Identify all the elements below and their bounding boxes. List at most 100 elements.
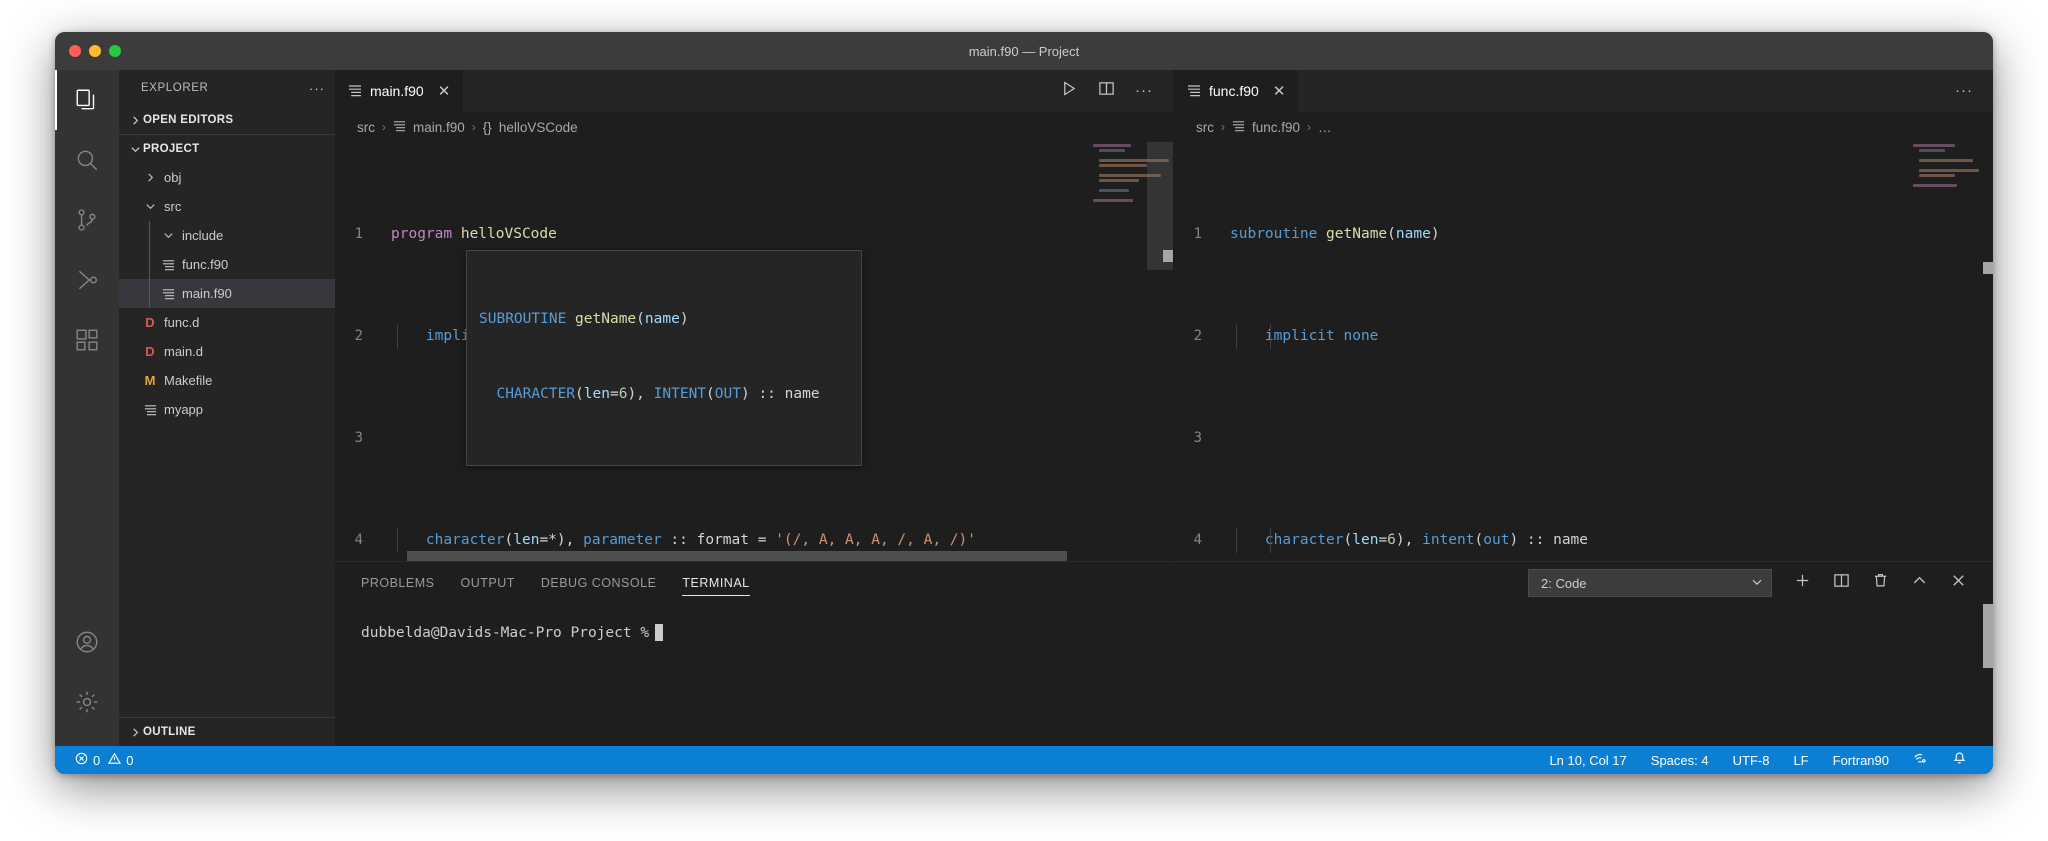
sidebar-outline-section: OUTLINE bbox=[119, 717, 335, 746]
file-lines-icon bbox=[141, 403, 159, 416]
tab-func-f90[interactable]: func.f90 ✕ bbox=[1174, 70, 1300, 112]
split-terminal-icon[interactable] bbox=[1833, 572, 1850, 594]
minimize-window-button[interactable] bbox=[89, 45, 101, 57]
hover-tooltip: SUBROUTINE getName(name) CHARACTER(len=6… bbox=[466, 250, 862, 466]
more-actions-icon[interactable]: ··· bbox=[1135, 83, 1153, 98]
breadcrumb-item-ellipsis[interactable]: … bbox=[1318, 120, 1332, 135]
status-cursor-position[interactable]: Ln 10, Col 17 bbox=[1549, 753, 1626, 768]
chevron-right-icon bbox=[127, 115, 143, 126]
terminal-cursor bbox=[655, 624, 664, 641]
bell-icon[interactable] bbox=[1952, 751, 1967, 769]
tree-item-main-d[interactable]: D main.d bbox=[119, 337, 335, 366]
file-lines-icon bbox=[159, 287, 177, 300]
code-line: 3 bbox=[1174, 426, 1993, 452]
sidebar-title: EXPLORER bbox=[141, 82, 209, 94]
status-encoding[interactable]: UTF-8 bbox=[1733, 753, 1770, 768]
tree-item-src[interactable]: src bbox=[119, 192, 335, 221]
section-project[interactable]: PROJECT bbox=[119, 134, 335, 163]
code-line: 4 character(len=6), intent(out) :: name bbox=[1174, 527, 1993, 553]
status-errors[interactable]: 0 bbox=[75, 752, 100, 768]
editor-actions-right: ··· bbox=[1935, 70, 1993, 112]
remote-icon[interactable] bbox=[1913, 751, 1928, 769]
panel-actions: 2: Code bbox=[1528, 569, 1993, 597]
tree-item-include[interactable]: include bbox=[119, 221, 335, 250]
breadcrumb-item-src[interactable]: src bbox=[357, 120, 375, 135]
tree-item-label: func.f90 bbox=[182, 257, 229, 272]
tree-item-func-f90[interactable]: func.f90 bbox=[119, 250, 335, 279]
tab-terminal[interactable]: TERMINAL bbox=[682, 562, 750, 604]
activity-search[interactable] bbox=[55, 130, 119, 190]
activity-extensions[interactable] bbox=[55, 310, 119, 370]
chevron-right-icon bbox=[127, 727, 143, 738]
breadcrumb-item-src[interactable]: src bbox=[1196, 120, 1214, 135]
sidebar-more-icon[interactable]: ··· bbox=[309, 81, 325, 96]
badge-m-icon: M bbox=[144, 373, 156, 388]
kill-terminal-icon[interactable] bbox=[1872, 572, 1889, 594]
more-actions-icon[interactable]: ··· bbox=[1955, 83, 1973, 98]
code-lines-right: 1 subroutine getName(name) 2 implicit no… bbox=[1174, 142, 1993, 561]
file-lines-icon bbox=[393, 119, 406, 135]
breadcrumb-item-file[interactable]: main.f90 bbox=[413, 120, 465, 135]
chevron-down-icon bbox=[127, 144, 143, 155]
code-editor-right[interactable]: 1 subroutine getName(name) 2 implicit no… bbox=[1174, 142, 1993, 561]
tab-debug-console[interactable]: DEBUG CONSOLE bbox=[541, 562, 657, 604]
tab-output[interactable]: OUTPUT bbox=[460, 562, 514, 604]
close-window-button[interactable] bbox=[69, 45, 81, 57]
section-open-editors[interactable]: OPEN EDITORS bbox=[119, 106, 335, 134]
activity-explorer[interactable] bbox=[55, 70, 119, 130]
vertical-scrollbar-right[interactable] bbox=[1983, 262, 1993, 274]
terminal-scrollbar[interactable] bbox=[1983, 604, 1993, 668]
tab-label: func.f90 bbox=[1209, 83, 1259, 99]
window-body: EXPLORER ··· OPEN EDITORS PROJECT obj sr… bbox=[55, 70, 1993, 746]
code-line: 1 program helloVSCode bbox=[335, 222, 1173, 248]
code-editor-left[interactable]: 1 program helloVSCode 2 implicit none 3 bbox=[335, 142, 1173, 561]
tree-item-func-d[interactable]: D func.d bbox=[119, 308, 335, 337]
editor-actions-left: ··· bbox=[1041, 70, 1173, 112]
editor-region: main.f90 ✕ ··· src › main.f90 › {} hello… bbox=[335, 70, 1993, 746]
status-indentation[interactable]: Spaces: 4 bbox=[1651, 753, 1709, 768]
vertical-scrollbar-left[interactable] bbox=[1163, 250, 1173, 262]
maximize-panel-icon[interactable] bbox=[1911, 572, 1928, 594]
line-number: 4 bbox=[354, 531, 363, 548]
section-outline[interactable]: OUTLINE bbox=[119, 718, 335, 746]
run-debug-icon bbox=[74, 267, 100, 293]
sidebar-header: EXPLORER ··· bbox=[119, 70, 335, 106]
tree-item-makefile[interactable]: M Makefile bbox=[119, 366, 335, 395]
status-language-mode[interactable]: Fortran90 bbox=[1833, 753, 1889, 768]
breadcrumb-item-symbol[interactable]: helloVSCode bbox=[499, 120, 578, 135]
tree-item-label: src bbox=[164, 199, 182, 214]
tab-problems[interactable]: PROBLEMS bbox=[361, 562, 434, 604]
minimap-right[interactable] bbox=[1907, 142, 1993, 561]
run-icon[interactable] bbox=[1061, 80, 1078, 102]
new-terminal-icon[interactable] bbox=[1794, 572, 1811, 594]
tab-main-f90[interactable]: main.f90 ✕ bbox=[335, 70, 465, 112]
horizontal-scrollbar-left[interactable] bbox=[407, 551, 1067, 561]
close-panel-icon[interactable] bbox=[1950, 572, 1967, 594]
activity-settings[interactable] bbox=[55, 672, 119, 732]
activity-bar bbox=[55, 70, 119, 746]
close-icon[interactable]: ✕ bbox=[438, 82, 451, 100]
breadcrumb-item-file[interactable]: func.f90 bbox=[1252, 120, 1300, 135]
tree-item-label: main.f90 bbox=[182, 286, 232, 301]
breadcrumb-separator-icon: › bbox=[471, 120, 476, 134]
tree-item-myapp[interactable]: myapp bbox=[119, 395, 335, 424]
minimap-left[interactable] bbox=[1087, 142, 1173, 561]
tab-label: PROBLEMS bbox=[361, 576, 435, 590]
activity-accounts[interactable] bbox=[55, 612, 119, 672]
tree-item-main-f90[interactable]: main.f90 bbox=[119, 279, 335, 308]
close-icon[interactable]: ✕ bbox=[1273, 82, 1286, 100]
tree-item-obj[interactable]: obj bbox=[119, 163, 335, 192]
explorer-sidebar: EXPLORER ··· OPEN EDITORS PROJECT obj sr… bbox=[119, 70, 335, 746]
activity-run-and-debug[interactable] bbox=[55, 250, 119, 310]
line-content: character(len=*), parameter :: format = … bbox=[389, 527, 976, 553]
source-control-icon bbox=[74, 207, 100, 233]
terminal-body[interactable]: dubbelda@Davids-Mac-Pro Project % bbox=[335, 604, 1993, 746]
terminal-selector[interactable]: 2: Code bbox=[1528, 569, 1772, 597]
maximize-window-button[interactable] bbox=[109, 45, 121, 57]
activity-source-control[interactable] bbox=[55, 190, 119, 250]
status-eol[interactable]: LF bbox=[1793, 753, 1808, 768]
status-bar-left: 0 0 bbox=[75, 752, 133, 768]
split-editor-icon[interactable] bbox=[1098, 80, 1115, 102]
status-warnings[interactable]: 0 bbox=[108, 752, 133, 768]
code-line: 1 subroutine getName(name) bbox=[1174, 222, 1993, 248]
